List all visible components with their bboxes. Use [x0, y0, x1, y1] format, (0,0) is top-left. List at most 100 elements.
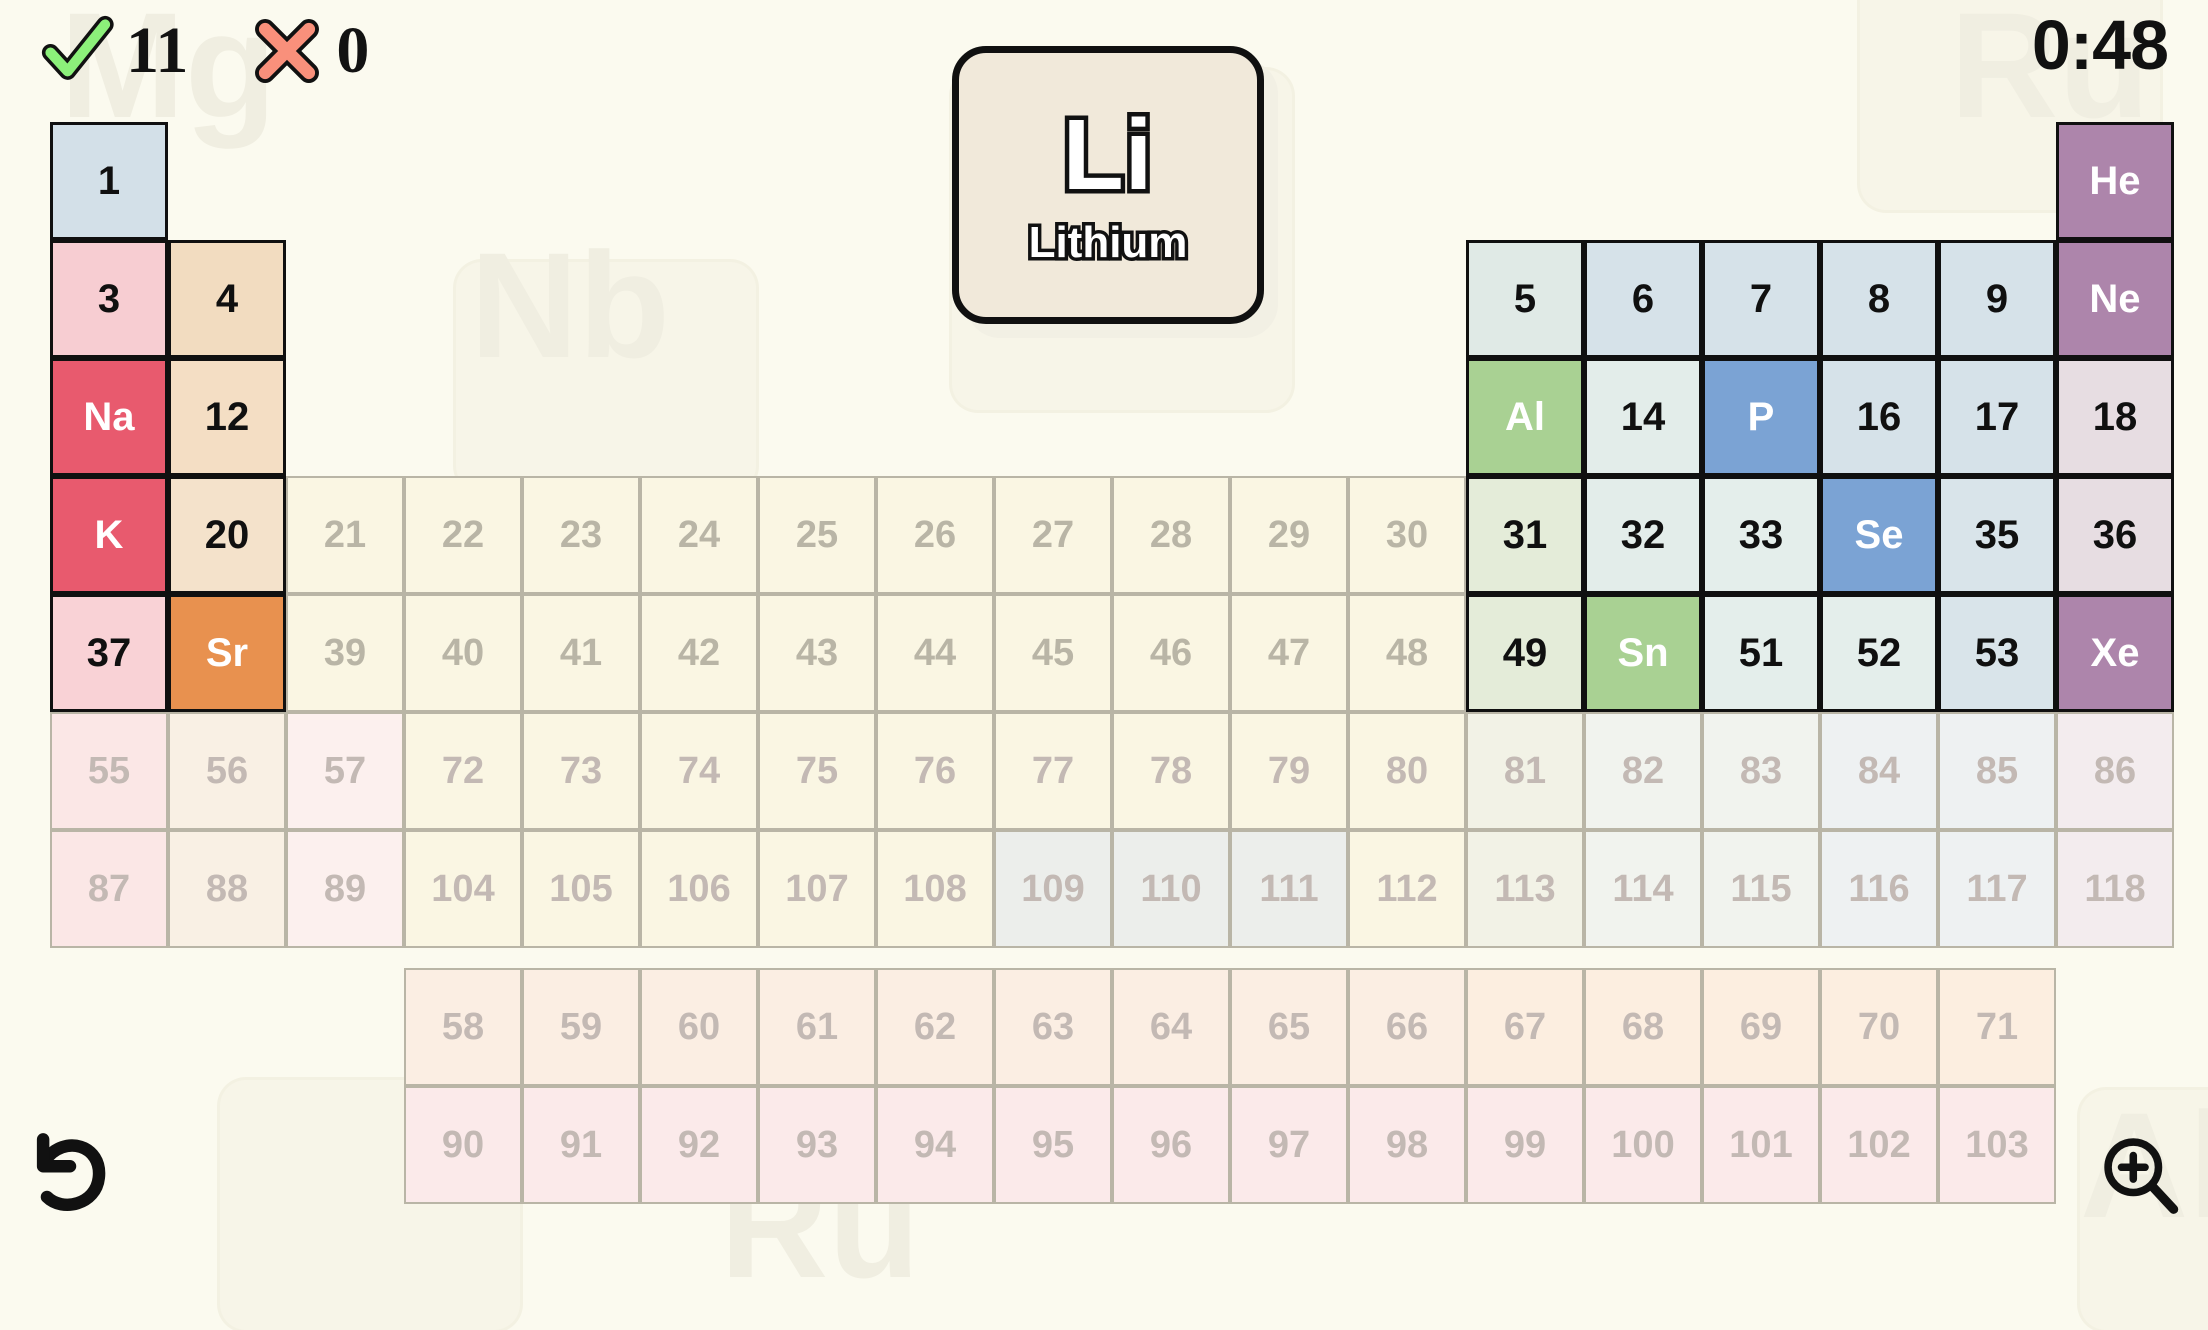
prompt-element-name: Lithium [1025, 217, 1191, 268]
element-cell-label: 101 [1729, 1124, 1793, 1166]
element-cell[interactable]: P [1702, 358, 1820, 476]
element-cell[interactable]: He [2056, 122, 2174, 240]
element-cell-label: 81 [1503, 750, 1547, 792]
element-cell: 115 [1702, 830, 1820, 948]
element-cell-label: 27 [1031, 514, 1075, 556]
element-cell-label: 17 [1974, 395, 2020, 439]
element-cell[interactable]: 14 [1584, 358, 1702, 476]
element-cell-label: 32 [1620, 513, 1666, 557]
element-cell[interactable]: 35 [1938, 476, 2056, 594]
element-cell[interactable]: 5 [1466, 240, 1584, 358]
element-cell-label: 97 [1267, 1124, 1311, 1166]
element-cell[interactable]: 36 [2056, 476, 2174, 594]
zoom-in-button[interactable] [2098, 1132, 2182, 1216]
element-cell-label: 21 [323, 514, 367, 556]
element-cell[interactable]: 37 [50, 594, 168, 712]
element-cell-label: 64 [1149, 1006, 1193, 1048]
element-cell[interactable]: 51 [1702, 594, 1820, 712]
element-cell[interactable]: 6 [1584, 240, 1702, 358]
element-cell[interactable]: 17 [1938, 358, 2056, 476]
element-cell-label: 40 [441, 632, 485, 674]
element-cell[interactable]: 31 [1466, 476, 1584, 594]
element-cell[interactable]: Sn [1584, 594, 1702, 712]
element-cell[interactable]: 8 [1820, 240, 1938, 358]
element-cell: 91 [522, 1086, 640, 1204]
element-cell-label: K [94, 513, 124, 557]
element-cell[interactable]: 9 [1938, 240, 2056, 358]
element-cell: 65 [1230, 968, 1348, 1086]
element-cell: 21 [286, 476, 404, 594]
element-cell-label: 98 [1385, 1124, 1429, 1166]
element-cell-label: 3 [97, 277, 121, 321]
element-cell: 25 [758, 476, 876, 594]
element-cell[interactable]: 4 [168, 240, 286, 358]
element-cell: 81 [1466, 712, 1584, 830]
element-cell: 117 [1938, 830, 2056, 948]
element-cell-label: 46 [1149, 632, 1193, 674]
element-cell[interactable]: 20 [168, 476, 286, 594]
element-cell[interactable]: 49 [1466, 594, 1584, 712]
element-cell-label: 75 [795, 750, 839, 792]
element-cell: 108 [876, 830, 994, 948]
element-cell[interactable]: Sr [168, 594, 286, 712]
element-cell[interactable]: 1 [50, 122, 168, 240]
element-cell[interactable]: Se [1820, 476, 1938, 594]
element-cell-label: 110 [1140, 868, 1202, 910]
element-cell: 114 [1584, 830, 1702, 948]
element-cell-label: 23 [559, 514, 603, 556]
element-cell: 95 [994, 1086, 1112, 1204]
element-cell: 47 [1230, 594, 1348, 712]
element-cell: 41 [522, 594, 640, 712]
element-cell: 106 [640, 830, 758, 948]
element-cell[interactable]: 52 [1820, 594, 1938, 712]
element-cell-label: 62 [913, 1006, 957, 1048]
element-cell-label: 74 [677, 750, 721, 792]
element-cell-label: Xe [2090, 631, 2140, 675]
element-cell[interactable]: 18 [2056, 358, 2174, 476]
element-cell: 26 [876, 476, 994, 594]
wrong-count: 0 [336, 14, 370, 87]
element-cell[interactable]: 32 [1584, 476, 1702, 594]
element-cell[interactable]: 12 [168, 358, 286, 476]
element-cell-label: 92 [677, 1124, 721, 1166]
element-cell-label: 26 [913, 514, 957, 556]
element-cell-label: 5 [1513, 277, 1537, 321]
element-cell-label: 37 [86, 631, 132, 675]
element-cell-label: 112 [1376, 868, 1438, 910]
element-cell: 30 [1348, 476, 1466, 594]
element-cell-label: 36 [2092, 513, 2138, 557]
element-cell[interactable]: Al [1466, 358, 1584, 476]
element-cell[interactable]: Na [50, 358, 168, 476]
element-cell[interactable]: 33 [1702, 476, 1820, 594]
element-cell-label: 44 [913, 632, 957, 674]
element-cell: 72 [404, 712, 522, 830]
element-cell: 105 [522, 830, 640, 948]
element-cell-label: 63 [1031, 1006, 1075, 1048]
element-cell: 42 [640, 594, 758, 712]
element-cell[interactable]: Ne [2056, 240, 2174, 358]
element-cell: 40 [404, 594, 522, 712]
element-cell-label: 41 [559, 632, 603, 674]
element-cell-label: 94 [913, 1124, 957, 1166]
element-cell: 45 [994, 594, 1112, 712]
element-cell: 44 [876, 594, 994, 712]
element-cell-label: 35 [1974, 513, 2020, 557]
element-cell[interactable]: 16 [1820, 358, 1938, 476]
element-cell-label: 8 [1867, 277, 1891, 321]
element-cell[interactable]: 53 [1938, 594, 2056, 712]
element-cell: 69 [1702, 968, 1820, 1086]
element-cell-label: 18 [2092, 395, 2138, 439]
element-cell: 66 [1348, 968, 1466, 1086]
element-cell-label: 86 [2093, 750, 2137, 792]
element-cell-label: 108 [903, 868, 967, 910]
element-cell-label: 56 [205, 750, 249, 792]
undo-button[interactable] [22, 1124, 118, 1220]
element-cell[interactable]: 3 [50, 240, 168, 358]
element-cell: 73 [522, 712, 640, 830]
element-cell[interactable]: Xe [2056, 594, 2174, 712]
element-cell-label: 96 [1149, 1124, 1193, 1166]
element-cell[interactable]: 7 [1702, 240, 1820, 358]
element-cell-label: 47 [1267, 632, 1311, 674]
element-cell-label: 80 [1385, 750, 1429, 792]
element-cell[interactable]: K [50, 476, 168, 594]
